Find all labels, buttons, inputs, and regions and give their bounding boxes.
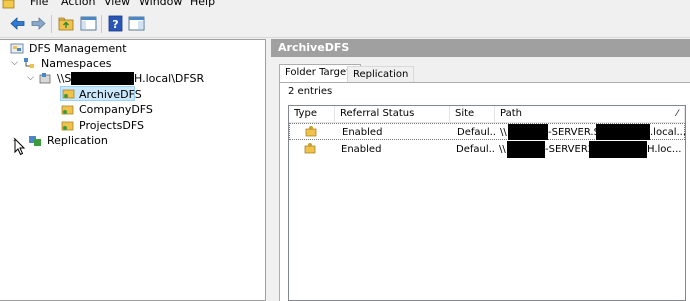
menu-bar: File Action View Window Help: [0, 0, 690, 11]
folder-targets-list[interactable]: Type Referral Status Site Path ⁄ Enabled…: [288, 105, 686, 301]
namespaces-icon: [22, 57, 36, 70]
menu-help[interactable]: Help: [190, 0, 215, 9]
show-hide-console-tree-icon[interactable]: [79, 14, 98, 33]
redaction-block: [71, 72, 134, 85]
cell-site: Defaul...: [456, 144, 494, 155]
dfs-folder-icon: [61, 103, 75, 116]
cell-path-suffix: H.loc...: [647, 144, 682, 155]
tree-label: ArchiveDFS: [79, 88, 142, 101]
redaction-block: [589, 141, 647, 158]
help-icon[interactable]: ?: [106, 14, 125, 33]
tree-label: Replication: [47, 134, 108, 147]
tree-item-namespaces[interactable]: ⌵ Namespaces: [10, 56, 210, 71]
folder-target-icon: [304, 125, 320, 142]
dfs-folder-icon: [61, 119, 75, 132]
details-pane: ArchiveDFS Folder Targets Replication 2 …: [271, 39, 690, 301]
cell-referral-status: Enabled: [341, 144, 382, 155]
entry-count: 2 entries: [288, 86, 333, 97]
back-arrow-icon[interactable]: [8, 14, 27, 33]
cell-path-mid: -SERVER.S: [548, 127, 600, 138]
tree-label: CompanyDFS: [79, 103, 153, 116]
namespace-path-suffix: H.local\DFSR: [134, 72, 205, 85]
chevron-down-icon[interactable]: ⌵: [10, 59, 19, 68]
tree-item-archivedfs[interactable]: ArchiveDFS: [60, 86, 142, 101]
column-header-site[interactable]: Site: [450, 106, 495, 123]
column-header-label: Path: [500, 108, 522, 119]
menu-view[interactable]: View: [104, 0, 130, 9]
namespace-root-icon: [38, 72, 52, 85]
menu-window[interactable]: Window: [139, 0, 182, 9]
panel-title: ArchiveDFS: [271, 39, 690, 57]
properties-pane-icon[interactable]: [127, 14, 146, 33]
toolbar-separator: [51, 15, 52, 33]
cell-referral-status: Enabled: [342, 127, 383, 138]
redaction-block: [596, 124, 650, 140]
cell-path-prefix: \\: [499, 144, 506, 155]
tree-item-replication[interactable]: › Replication: [10, 133, 130, 148]
dfs-management-icon: [10, 42, 24, 55]
cell-site: Defaul...: [457, 127, 495, 138]
folder-target-icon: [303, 142, 319, 159]
tree-label: DFS Management: [29, 42, 127, 55]
replication-icon: [28, 134, 42, 147]
app-icon: [2, 0, 15, 9]
toolbar-separator: [101, 15, 102, 33]
redaction-block: [508, 124, 548, 140]
table-row[interactable]: Enabled Defaul... \\ -SERVER2 H.loc...: [289, 141, 685, 158]
cell-path-mid: -SERVER2: [545, 144, 595, 155]
cell-path-suffix: .local...: [650, 127, 686, 138]
redaction-block: [507, 141, 545, 158]
cell-path-prefix: \\: [500, 127, 507, 138]
menu-action[interactable]: Action: [61, 0, 95, 9]
console-tree: DFS Management ⌵ Namespaces ⌵ \\S H.loca…: [0, 39, 266, 301]
chevron-down-icon[interactable]: ⌵: [26, 74, 35, 83]
table-row[interactable]: Enabled Defaul... \\ -SERVER.S .local...: [289, 123, 685, 140]
column-header-type[interactable]: Type: [289, 106, 335, 123]
menu-file[interactable]: File: [30, 0, 48, 9]
sort-arrow-icon: ⁄: [676, 109, 678, 119]
mouse-cursor-icon: [14, 137, 26, 156]
column-header-path[interactable]: Path ⁄: [495, 106, 685, 123]
tree-label: ProjectsDFS: [79, 119, 144, 132]
toolbar: ?: [0, 11, 690, 38]
svg-text:?: ?: [112, 18, 118, 31]
tree-item-projectsdfs[interactable]: ProjectsDFS: [61, 118, 151, 133]
namespace-path-prefix: \\S: [57, 72, 72, 85]
tab-content: 2 entries Type Referral Status Site Path…: [279, 82, 690, 301]
tree-label: Namespaces: [41, 57, 112, 70]
forward-arrow-icon[interactable]: [29, 14, 48, 33]
tab-replication[interactable]: Replication: [347, 66, 415, 83]
tree-item-companydfs[interactable]: CompanyDFS: [61, 102, 153, 117]
tree-item-namespace-root[interactable]: ⌵ \\S H.local\DFSR: [26, 71, 256, 86]
column-header-referral-status[interactable]: Referral Status: [335, 106, 450, 123]
up-folder-icon[interactable]: [57, 14, 76, 33]
dfs-folder-icon: [62, 87, 76, 100]
tree-item-dfs-management[interactable]: DFS Management: [10, 41, 210, 56]
